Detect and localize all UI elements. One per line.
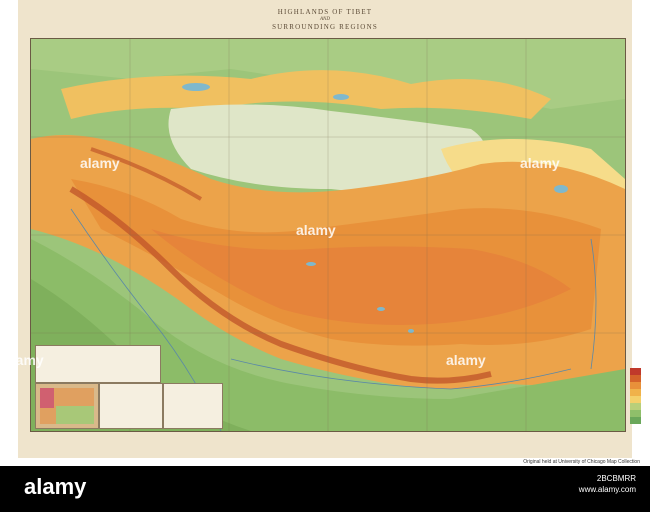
legend-swatch-3 [630,382,641,389]
watermark: alamy [80,155,120,171]
alamy-logo: alamy [24,474,87,499]
inset-section-1 [99,383,163,429]
inset-geology-map [35,383,99,429]
watermark: alamy [296,222,336,238]
legend-swatch-4 [630,389,641,396]
map-title: HIGHLANDS OF TIBET AND SURROUNDING REGIO… [18,8,632,32]
legend-swatch-8 [630,417,641,424]
elevation-legend [630,368,641,426]
watermark: alamy [4,352,44,368]
title-line-2: SURROUNDING REGIONS [272,23,378,31]
stock-url: www.alamy.com [578,485,636,494]
legend-swatch-1 [630,368,641,375]
inset-sketch-map [35,345,161,383]
image-id: 2BCBMRR [596,474,636,483]
legend-swatch-2 [630,375,641,382]
watermark: alamy [446,352,486,368]
inset-section-2 [163,383,223,429]
image-info: 2BCBMRR www.alamy.com [579,473,636,495]
legend-swatch-7 [630,410,641,417]
watermark: alamy [520,155,560,171]
collection-credit: Original held at University of Chicago M… [523,459,640,465]
legend-swatch-6 [630,403,641,410]
stock-footer: alamy 2BCBMRR www.alamy.com [0,466,650,512]
title-line-1: HIGHLANDS OF TIBET [277,8,373,16]
legend-swatch-5 [630,396,641,403]
